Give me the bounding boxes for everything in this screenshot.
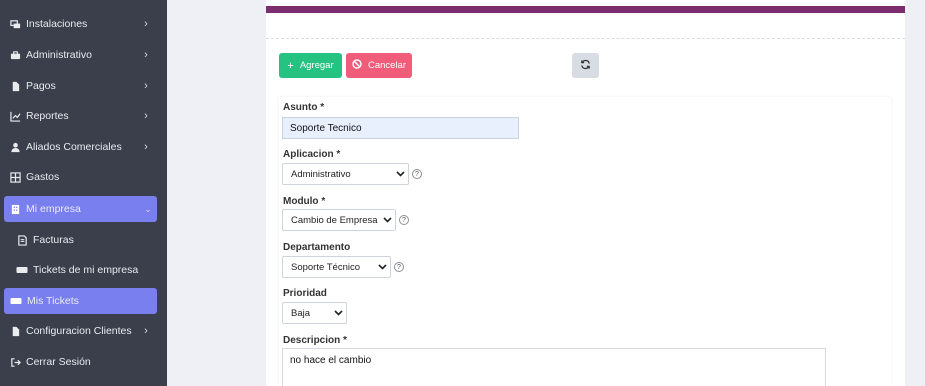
chevron-right-icon: › [144, 141, 148, 153]
sidebar: Instalaciones › Administrativo › Pagos ›… [0, 0, 167, 386]
modulo-select-value: Cambio de Empresa [291, 214, 378, 226]
prioridad-label: Prioridad [283, 288, 327, 299]
chart-line-icon [9, 110, 21, 122]
aplicacion-label: Aplicacion * [283, 149, 341, 160]
chevron-right-icon: › [144, 325, 148, 337]
sidebar-item-label: Facturas [33, 234, 74, 246]
sidebar-item-label: Gastos [26, 171, 60, 183]
refresh-button[interactable] [572, 53, 599, 78]
asunto-input[interactable]: Soporte Tecnico [282, 117, 519, 139]
sidebar-item-aliados-comerciales[interactable]: Aliados Comerciales › [0, 133, 167, 161]
sidebar-item-instalaciones[interactable]: Instalaciones › [0, 10, 167, 38]
chevron-down-icon [374, 262, 390, 273]
sidebar-item-label: Instalaciones [26, 18, 88, 30]
add-button[interactable]: + Agregar [279, 53, 342, 78]
plus-icon: + [287, 59, 294, 72]
sidebar-item-label: Mis Tickets [27, 295, 79, 307]
ban-icon [352, 59, 362, 72]
logout-icon [9, 356, 21, 368]
sidebar-item-label: Reportes [26, 110, 69, 122]
sidebar-item-tickets-de-mi-empresa[interactable]: Tickets de mi empresa [0, 256, 167, 284]
chevron-right-icon: › [144, 80, 148, 92]
ticket-form: Asunto * Soporte Tecnico Aplicacion * Ad… [279, 97, 891, 386]
aplicacion-select-value: Administrativo [291, 168, 351, 180]
document-icon [9, 325, 21, 337]
installations-icon [9, 18, 21, 30]
user-icon [9, 141, 21, 153]
sidebar-item-label: Pagos [26, 80, 56, 92]
sidebar-item-label: Mi empresa [26, 203, 81, 215]
help-icon[interactable]: ? [412, 169, 422, 179]
chevron-right-icon: › [144, 18, 148, 30]
sidebar-item-cerrar-sesion[interactable]: Cerrar Sesión [0, 348, 167, 376]
sidebar-item-mis-tickets[interactable]: Mis Tickets [4, 288, 157, 314]
modulo-select[interactable]: Cambio de Empresa [282, 209, 396, 231]
briefcase-icon [9, 49, 21, 61]
sidebar-item-label: Tickets de mi empresa [33, 264, 139, 276]
grid-icon [9, 171, 21, 183]
chevron-down-icon [379, 215, 395, 226]
divider [266, 38, 905, 39]
chevron-down-icon [330, 308, 346, 319]
document-icon [9, 80, 21, 92]
invoice-icon [16, 234, 28, 246]
departamento-select-value: Soporte Técnico [291, 261, 361, 273]
sidebar-item-mi-empresa[interactable]: Mi empresa ⌄ [4, 196, 157, 222]
aplicacion-select[interactable]: Administrativo [282, 163, 409, 185]
prioridad-select[interactable]: Baja [282, 302, 347, 324]
prioridad-select-value: Baja [291, 307, 311, 319]
help-icon[interactable]: ? [399, 215, 409, 225]
help-icon[interactable]: ? [394, 262, 404, 272]
chevron-down-icon: ⌄ [144, 203, 152, 214]
card-header-bar [266, 6, 905, 13]
refresh-icon [580, 57, 591, 75]
building-icon [9, 203, 21, 215]
cancel-button[interactable]: Cancelar [346, 53, 412, 78]
ticket-icon [10, 295, 22, 307]
departamento-label: Departamento [283, 242, 351, 253]
chevron-down-icon [392, 169, 408, 180]
ticket-icon [16, 264, 28, 276]
chevron-right-icon: › [144, 49, 148, 61]
sidebar-item-administrativo[interactable]: Administrativo › [0, 41, 167, 69]
chevron-right-icon: › [144, 110, 148, 122]
main-content: + Agregar Cancelar Asunto * Soporte Tecn… [167, 0, 925, 386]
sidebar-item-pagos[interactable]: Pagos › [0, 72, 167, 100]
add-button-label: Agregar [299, 60, 334, 71]
sidebar-item-gastos[interactable]: Gastos [0, 163, 167, 191]
descripcion-textarea[interactable]: no hace el cambio [282, 348, 826, 386]
modulo-label: Modulo * [283, 196, 326, 207]
departamento-select[interactable]: Soporte Técnico [282, 256, 391, 278]
descripcion-label: Descripcion * [283, 335, 347, 346]
sidebar-item-label: Cerrar Sesión [26, 356, 91, 368]
sidebar-item-reportes[interactable]: Reportes › [0, 102, 167, 130]
sidebar-item-label: Configuracion Clientes [26, 325, 132, 337]
sidebar-item-configuracion-clientes[interactable]: Configuracion Clientes › [0, 317, 167, 345]
sidebar-item-facturas[interactable]: Facturas [0, 226, 167, 254]
ticket-form-card: + Agregar Cancelar Asunto * Soporte Tecn… [266, 0, 905, 386]
sidebar-item-label: Administrativo [26, 49, 92, 61]
cancel-button-label: Cancelar [367, 60, 407, 71]
sidebar-item-label: Aliados Comerciales [26, 141, 122, 153]
asunto-label: Asunto * [283, 102, 325, 113]
